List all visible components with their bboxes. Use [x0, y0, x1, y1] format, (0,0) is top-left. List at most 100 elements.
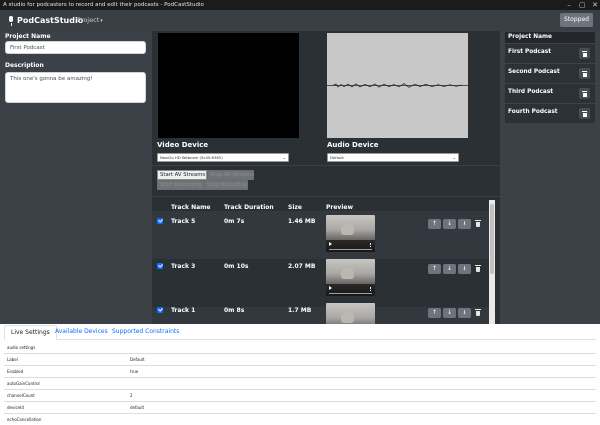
track-checkbox[interactable]	[157, 218, 163, 224]
delete-project-button[interactable]	[579, 108, 590, 119]
move-down-button[interactable]: ↓	[443, 308, 456, 318]
trash-icon	[475, 265, 481, 266]
audio-device-label: Audio Device	[327, 141, 379, 149]
download-button[interactable]: ⭳	[458, 219, 471, 229]
project-item[interactable]: Fourth Podcast	[505, 103, 595, 123]
divider	[152, 196, 500, 197]
project-menu[interactable]: Project▾	[77, 15, 103, 27]
delete-project-button[interactable]	[579, 68, 590, 79]
brand[interactable]: PodCastStudio	[8, 14, 83, 27]
project-item-label: Second Podcast	[508, 69, 560, 75]
track-name: Track 1	[171, 307, 196, 314]
track-size: 1.46 MB	[288, 218, 316, 225]
project-list: Project Name First Podcast Second Podcas…	[505, 32, 595, 123]
stop-av-streams-button[interactable]: Stop AV Streams	[207, 170, 254, 180]
microphone-icon	[8, 15, 14, 26]
delete-project-button[interactable]	[579, 48, 590, 59]
table-row: Track 5 0m 7s 1.46 MB ↑ ↓ ⭳	[152, 211, 492, 259]
download-icon: ⭳	[463, 220, 466, 227]
column-header-track-name: Track Name	[171, 204, 211, 211]
setting-value: 2	[130, 393, 133, 398]
video-preview	[158, 33, 299, 138]
track-name: Track 3	[171, 263, 196, 270]
move-up-button[interactable]: ↑	[428, 264, 441, 274]
settings-tabs: Live Settings Available Devices Supporte…	[4, 325, 596, 340]
track-preview-video[interactable]	[326, 303, 375, 324]
track-duration: 0m 8s	[224, 307, 245, 314]
scrollbar-thumb[interactable]	[490, 204, 494, 274]
app-navbar: PodCastStudio Project▾ Stopped	[0, 10, 600, 31]
move-down-button[interactable]: ↓	[443, 219, 456, 229]
setting-key: autoGainControl	[7, 381, 40, 386]
tracks-scrollbar[interactable]	[489, 200, 495, 324]
download-button[interactable]: ⭳	[458, 264, 471, 274]
window-titlebar: A studio for podcasters to record and ed…	[0, 0, 600, 10]
setting-key: Enabled	[7, 369, 24, 374]
arrow-up-icon: ↑	[431, 220, 438, 227]
settings-row: Label Default	[4, 354, 596, 366]
track-name: Track 5	[171, 218, 196, 225]
track-preview-video[interactable]	[326, 259, 375, 296]
status-button[interactable]: Stopped	[560, 13, 593, 27]
download-button[interactable]: ⭳	[458, 308, 471, 318]
delete-track-button[interactable]	[474, 219, 482, 229]
move-up-button[interactable]: ↑	[428, 308, 441, 318]
more-options-icon[interactable]	[370, 287, 371, 291]
delete-track-button[interactable]	[474, 264, 482, 274]
row-background	[152, 211, 492, 259]
caret-down-icon: ▾	[100, 18, 103, 24]
close-icon[interactable]: ✕	[592, 2, 598, 9]
description-label: Description	[5, 62, 44, 69]
maximize-icon[interactable]: ▢	[579, 2, 586, 9]
settings-row: deviceId default	[4, 402, 596, 414]
project-item[interactable]: Third Podcast	[505, 83, 595, 103]
settings-row: Enabled true	[4, 366, 596, 378]
track-checkbox[interactable]	[157, 307, 163, 313]
tab-available-devices[interactable]: Available Devices	[55, 325, 108, 340]
project-name-label: Project Name	[5, 33, 51, 40]
audio-waveform	[327, 33, 468, 138]
audio-device-value: Default	[330, 155, 344, 160]
play-icon[interactable]	[329, 242, 332, 246]
tab-supported-constraints[interactable]: Supported Constraints	[112, 325, 179, 340]
project-item[interactable]: First Podcast	[505, 43, 595, 63]
waveform-graphic	[327, 83, 468, 88]
setting-key: echoCancellation	[7, 417, 42, 422]
trash-icon	[475, 309, 481, 310]
arrow-up-icon: ↑	[431, 265, 438, 272]
arrow-down-icon: ↓	[446, 220, 453, 227]
start-av-streams-button[interactable]: Start AV Streams	[157, 170, 207, 180]
move-down-button[interactable]: ↓	[443, 264, 456, 274]
stop-recording-button[interactable]: Stop Recording	[204, 180, 248, 190]
project-item[interactable]: Second Podcast	[505, 63, 595, 83]
move-up-button[interactable]: ↑	[428, 219, 441, 229]
play-icon[interactable]	[329, 286, 332, 290]
project-list-header: Project Name	[505, 32, 595, 43]
settings-row: channelCount 2	[4, 390, 596, 402]
column-header-size: Size	[288, 204, 302, 211]
row-background	[152, 307, 492, 324]
settings-panel: Live Settings Available Devices Supporte…	[0, 324, 600, 425]
setting-value: default	[130, 405, 145, 410]
setting-key: deviceId	[7, 405, 24, 410]
audio-device-select[interactable]: Default ⌄	[327, 153, 459, 162]
settings-row: audio settings	[4, 342, 596, 354]
video-progress-bar[interactable]	[329, 293, 372, 294]
minimize-icon[interactable]: –	[566, 2, 572, 9]
track-checkbox[interactable]	[157, 263, 163, 269]
project-item-label: Fourth Podcast	[508, 109, 558, 115]
recording-area: Video Device NexiGo HD Webcam (5c45:6365…	[152, 31, 500, 324]
video-device-select[interactable]: NexiGo HD Webcam (5c45:6365) ⌄	[157, 153, 289, 162]
project-name-input[interactable]: First Podcast	[5, 41, 146, 54]
start-recording-button[interactable]: Start Recording	[157, 180, 204, 190]
project-menu-label: Project	[77, 16, 100, 24]
tab-live-settings[interactable]: Live Settings	[4, 325, 57, 340]
delete-track-button[interactable]	[474, 308, 482, 318]
video-progress-bar[interactable]	[329, 249, 372, 250]
download-icon: ⭳	[463, 265, 466, 272]
track-preview-video[interactable]	[326, 215, 375, 252]
more-options-icon[interactable]	[370, 243, 371, 247]
description-textarea[interactable]: This one's gonna be amazing!	[5, 72, 146, 103]
settings-row: autoGainControl	[4, 378, 596, 390]
delete-project-button[interactable]	[579, 88, 590, 99]
